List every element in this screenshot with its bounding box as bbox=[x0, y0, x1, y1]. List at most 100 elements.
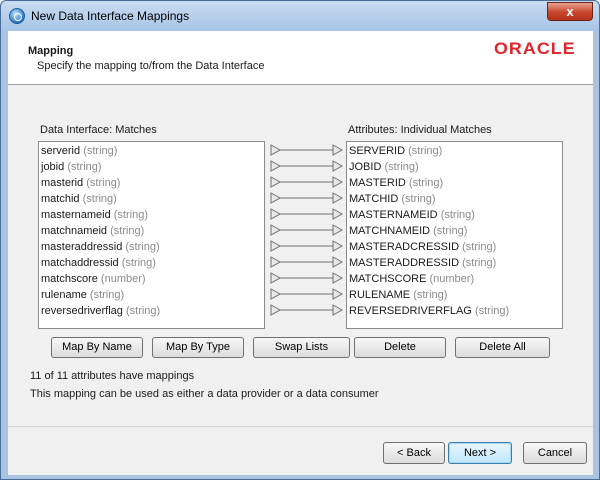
mapping-arrow bbox=[270, 238, 344, 254]
list-item[interactable]: MASTERADCRESSID (string) bbox=[347, 239, 562, 255]
list-item[interactable]: masteraddressid (string) bbox=[39, 239, 264, 255]
attribute-type: (string) bbox=[110, 225, 145, 237]
attribute-type: (string) bbox=[125, 305, 161, 317]
attributes-list[interactable]: SERVERID (string) JOBID (string) MASTERID … bbox=[346, 141, 563, 329]
close-button[interactable]: x bbox=[547, 2, 593, 21]
list-item[interactable]: masterid (string) bbox=[39, 175, 264, 191]
mapping-arrow bbox=[270, 158, 344, 174]
map-by-name-button[interactable]: Map By Name bbox=[51, 337, 143, 358]
list-item[interactable]: MASTERADDRESSID (string) bbox=[347, 255, 562, 271]
attribute-type: (string) bbox=[113, 209, 148, 221]
arrow-icon bbox=[270, 272, 344, 284]
attribute-type: (string) bbox=[440, 209, 475, 221]
attribute-name: reversedriverflag bbox=[41, 305, 123, 317]
attribute-type: (string) bbox=[67, 161, 102, 173]
attribute-type: (string) bbox=[89, 289, 125, 301]
mapping-arrow bbox=[270, 174, 344, 190]
arrow-icon bbox=[270, 256, 344, 268]
mapping-arrow bbox=[270, 254, 344, 270]
map-by-type-button[interactable]: Map By Type bbox=[152, 337, 244, 358]
page-subtitle: Specify the mapping to/from the Data Int… bbox=[37, 60, 265, 72]
mapping-arrow bbox=[270, 222, 344, 238]
usage-note-text: This mapping can be used as either a dat… bbox=[30, 388, 379, 400]
back-button[interactable]: < Back bbox=[383, 442, 445, 464]
list-item[interactable]: matchaddressid (string) bbox=[39, 255, 264, 271]
mapping-arrow bbox=[270, 142, 344, 158]
wizard-header: Mapping Specify the mapping to/from the … bbox=[8, 31, 593, 85]
footer-divider bbox=[8, 426, 593, 427]
attribute-type: (string) bbox=[121, 257, 156, 269]
attribute-name: MATCHSCORE bbox=[349, 273, 427, 285]
dialog-body: Mapping Specify the mapping to/from the … bbox=[8, 31, 593, 475]
list-item[interactable]: MATCHNAMEID (string) bbox=[347, 223, 562, 239]
list-item[interactable]: SERVERID (string) bbox=[347, 143, 562, 159]
mapping-arrow bbox=[270, 270, 344, 286]
attribute-type: (string) bbox=[86, 177, 121, 189]
mapping-arrow bbox=[270, 286, 344, 302]
swap-lists-button[interactable]: Swap Lists bbox=[253, 337, 350, 358]
attribute-type: (string) bbox=[408, 145, 443, 157]
list-item[interactable]: matchnameid (string) bbox=[39, 223, 264, 239]
attribute-name: rulename bbox=[41, 289, 87, 301]
list-item[interactable]: JOBID (string) bbox=[347, 159, 562, 175]
attribute-type: (number) bbox=[100, 273, 146, 285]
attribute-name: masternameid bbox=[41, 209, 111, 221]
cancel-button[interactable]: Cancel bbox=[523, 442, 587, 464]
attribute-name: jobid bbox=[41, 161, 65, 173]
mapping-arrow bbox=[270, 190, 344, 206]
window-title: New Data Interface Mappings bbox=[31, 9, 190, 23]
list-item[interactable]: MATCHSCORE (number) bbox=[347, 271, 562, 287]
attribute-type: (number) bbox=[429, 273, 475, 285]
list-item[interactable]: MASTERNAMEID (string) bbox=[347, 207, 562, 223]
attribute-type: (string) bbox=[433, 225, 468, 237]
left-list-label: Data Interface: Matches bbox=[40, 124, 157, 136]
attribute-name: RULENAME bbox=[349, 289, 411, 301]
attribute-name: matchaddressid bbox=[41, 257, 119, 269]
mapping-arrow bbox=[270, 206, 344, 222]
attribute-name: masterid bbox=[41, 177, 84, 189]
list-item[interactable]: rulename (string) bbox=[39, 287, 264, 303]
attribute-name: MASTERID bbox=[349, 177, 406, 189]
next-button[interactable]: Next > bbox=[448, 442, 512, 464]
attribute-type: (string) bbox=[125, 241, 160, 253]
list-item[interactable]: matchscore (number) bbox=[39, 271, 264, 287]
attribute-name: matchscore bbox=[41, 273, 98, 285]
title-bar[interactable]: New Data Interface Mappings x bbox=[1, 1, 599, 31]
delete-all-button[interactable]: Delete All bbox=[455, 337, 550, 358]
list-item[interactable]: RULENAME (string) bbox=[347, 287, 562, 303]
attribute-name: MASTERADDRESSID bbox=[349, 257, 460, 269]
list-item[interactable]: MATCHID (string) bbox=[347, 191, 562, 207]
list-item[interactable]: masternameid (string) bbox=[39, 207, 264, 223]
data-interface-list[interactable]: serverid (string) jobid (string) masterid … bbox=[38, 141, 265, 329]
delete-button[interactable]: Delete bbox=[354, 337, 446, 358]
arrow-icon bbox=[270, 304, 344, 316]
list-item[interactable]: reversedriverflag (string) bbox=[39, 303, 264, 319]
close-icon: x bbox=[566, 4, 574, 19]
attribute-type: (string) bbox=[413, 289, 448, 301]
attribute-name: MASTERNAMEID bbox=[349, 209, 438, 221]
attribute-type: (string) bbox=[474, 305, 510, 317]
attribute-type: (string) bbox=[384, 161, 419, 173]
arrow-icon bbox=[270, 144, 344, 156]
attribute-name: MATCHNAMEID bbox=[349, 225, 431, 237]
attribute-name: masteraddressid bbox=[41, 241, 123, 253]
arrow-icon bbox=[270, 240, 344, 252]
attribute-type: (string) bbox=[462, 241, 497, 253]
logo-text: ORACLE bbox=[494, 39, 576, 58]
mapping-arrows bbox=[270, 142, 344, 318]
arrow-icon bbox=[270, 224, 344, 236]
attribute-type: (string) bbox=[83, 145, 118, 157]
page-title: Mapping bbox=[28, 45, 74, 57]
attribute-type: (string) bbox=[408, 177, 444, 189]
attribute-name: serverid bbox=[41, 145, 81, 157]
list-item[interactable]: matchid (string) bbox=[39, 191, 264, 207]
attribute-type: (string) bbox=[462, 257, 497, 269]
arrow-icon bbox=[270, 160, 344, 172]
list-item[interactable]: REVERSEDRIVERFLAG (string) bbox=[347, 303, 562, 319]
attribute-name: matchid bbox=[41, 193, 80, 205]
attribute-name: SERVERID bbox=[349, 145, 406, 157]
list-item[interactable]: MASTERID (string) bbox=[347, 175, 562, 191]
list-item[interactable]: serverid (string) bbox=[39, 143, 264, 159]
list-item[interactable]: jobid (string) bbox=[39, 159, 264, 175]
attribute-name: REVERSEDRIVERFLAG bbox=[349, 305, 472, 317]
